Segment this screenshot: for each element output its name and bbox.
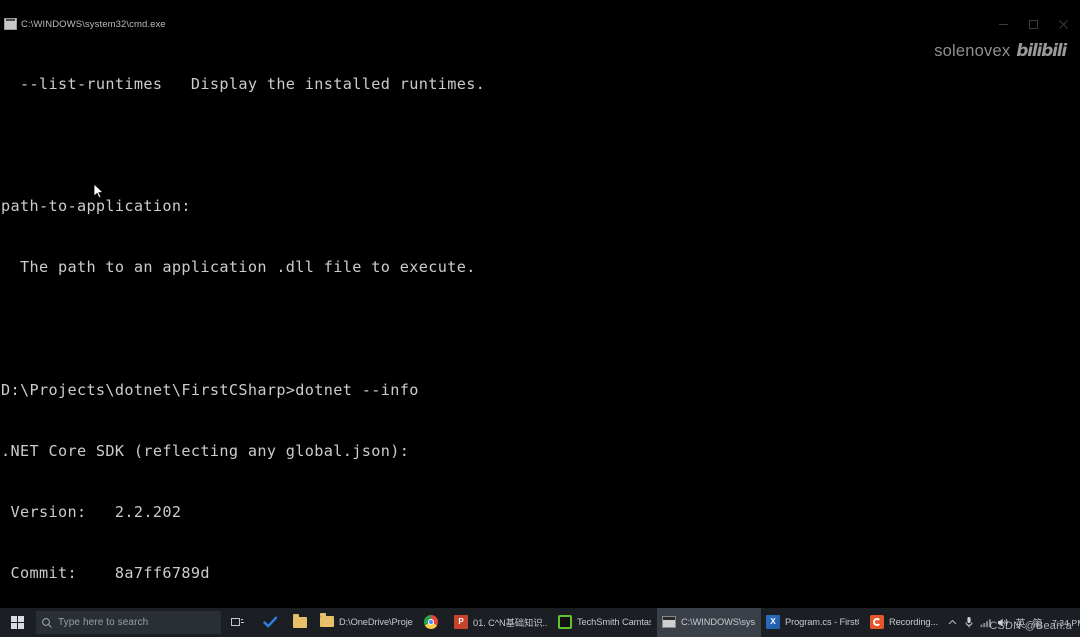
maximize-button[interactable] — [1018, 15, 1048, 34]
start-button[interactable] — [0, 608, 34, 637]
volume-icon[interactable] — [995, 608, 1012, 637]
taskbar-item-label: D:\OneDrive\Projec... — [339, 616, 413, 627]
taskbar-item-explorer[interactable]: D:\OneDrive\Projec... — [315, 608, 419, 637]
cmd-icon — [661, 614, 677, 630]
system-tray[interactable]: 英 简 7:34 PM — [944, 608, 1080, 637]
taskbar-item-label: Recording... — [889, 616, 938, 627]
search-placeholder: Type here to search — [58, 617, 149, 628]
terminal-output[interactable]: --list-runtimes Display the installed ru… — [0, 33, 1080, 608]
clock-time: 7:34 PM — [1051, 617, 1080, 628]
taskbar-item-cmd[interactable]: C:\WINDOWS\syst... — [657, 608, 761, 637]
minimize-button[interactable] — [988, 15, 1018, 34]
recorder-icon — [869, 614, 885, 630]
terminal-line: --list-runtimes Display the installed ru… — [1, 74, 486, 93]
taskbar-item-recorder[interactable]: Recording... — [865, 608, 944, 637]
terminal-line: .NET Core SDK (reflecting any global.jso… — [1, 442, 410, 461]
chrome-icon — [423, 614, 439, 630]
taskbar-item-powerpoint[interactable]: P 01. C^N基础知识... — [449, 608, 553, 637]
folder-icon[interactable] — [285, 608, 315, 637]
taskbar-item-label: TechSmith Camtasi... — [577, 616, 651, 627]
cmd-icon — [4, 18, 17, 30]
explorer-icon — [319, 613, 335, 630]
chevron-up-icon[interactable] — [944, 608, 961, 637]
microphone-icon[interactable] — [961, 608, 978, 637]
taskbar-item-label: C:\WINDOWS\syst... — [681, 616, 755, 627]
clock[interactable]: 7:34 PM — [1046, 608, 1080, 637]
ime-language-icon[interactable]: 英 — [1012, 608, 1029, 637]
taskbar-item-label: 01. C^N基础知识... — [473, 617, 547, 628]
terminal-line: Version: 2.2.202 — [1, 503, 182, 522]
camtasia-icon — [557, 614, 573, 630]
windows-logo-icon — [10, 616, 24, 629]
search-icon — [36, 617, 58, 629]
taskbar-item-visualstudio[interactable]: X Program.cs - FirstC... — [761, 608, 865, 637]
title-bar[interactable]: C:\WINDOWS\system32\cmd.exe — [0, 14, 1080, 34]
powerpoint-icon: P — [453, 614, 469, 630]
search-input[interactable]: Type here to search — [36, 611, 221, 634]
cmd-window[interactable]: C:\WINDOWS\system32\cmd.exe --list-runti… — [0, 0, 1080, 608]
taskbar-item-camtasia[interactable]: TechSmith Camtasi... — [553, 608, 657, 637]
close-button[interactable] — [1048, 15, 1078, 34]
network-icon[interactable] — [978, 608, 995, 637]
terminal-prompt-line: D:\Projects\dotnet\FirstCSharp>dotnet --… — [1, 380, 419, 399]
taskbar-item-label: Program.cs - FirstC... — [785, 616, 859, 627]
window-controls[interactable] — [988, 14, 1078, 34]
terminal-line: Commit: 8a7ff6789d — [1, 564, 210, 583]
sync-check-icon[interactable] — [255, 608, 285, 637]
ime-mode-icon[interactable]: 简 — [1029, 608, 1046, 637]
terminal-line: The path to an application .dll file to … — [1, 258, 476, 277]
visualstudio-icon: X — [765, 614, 781, 630]
window-title: C:\WINDOWS\system32\cmd.exe — [21, 18, 166, 30]
task-view-icon[interactable] — [221, 608, 255, 637]
terminal-line: path-to-application: — [1, 197, 191, 216]
taskbar[interactable]: Type here to search D:\OneDrive\Projec..… — [0, 608, 1080, 637]
folder-glyph — [293, 614, 307, 628]
taskbar-item-chrome[interactable] — [419, 608, 449, 637]
